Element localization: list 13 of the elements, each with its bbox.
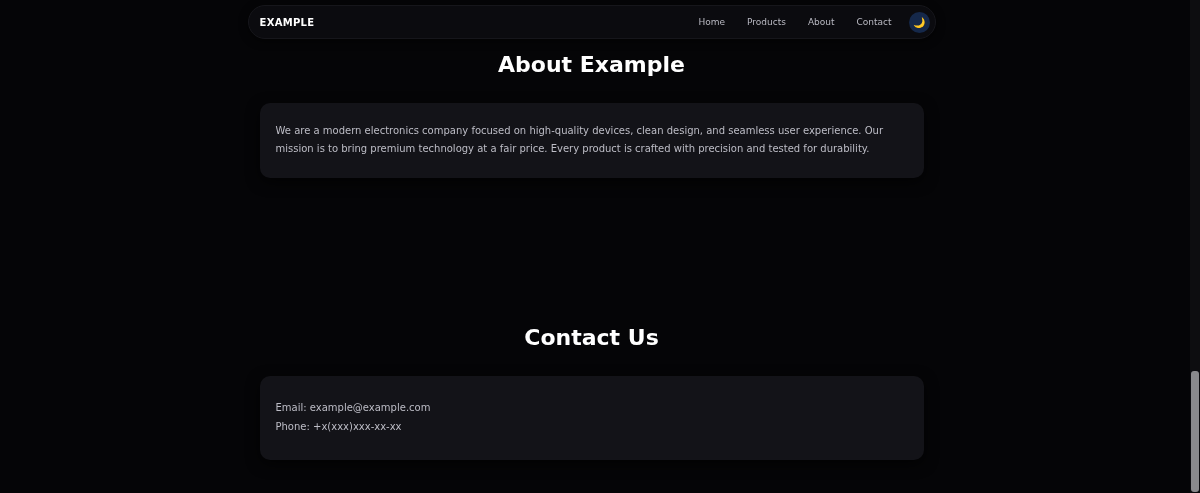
contact-line: Phone: +x(xxx)xxx-xx-xx (275, 420, 403, 434)
theme-toggle-button[interactable]: 🌙 (908, 11, 930, 33)
nav-link[interactable]: Home (687, 17, 736, 27)
nav-link[interactable]: Contact (845, 17, 903, 27)
scrollbar-thumb[interactable] (1191, 371, 1199, 492)
contact-line: Email: example@example.com (275, 401, 432, 415)
nav-link[interactable]: Products (736, 17, 797, 27)
about-paragraph: We are a modern electronics company focused on high-quality devices, clean design, and seamless user experience. Our mission is to bring premium technology at a fair price. Every product is crafted with precision and tested for durability. (275, 124, 885, 156)
section-heading: About Example (498, 51, 685, 79)
scrollbar[interactable] (1190, 0, 1200, 493)
nav-link[interactable]: About (796, 17, 846, 27)
section-heading: Contact Us (524, 324, 659, 352)
brand-logo[interactable]: EXAMPLE (259, 16, 315, 28)
